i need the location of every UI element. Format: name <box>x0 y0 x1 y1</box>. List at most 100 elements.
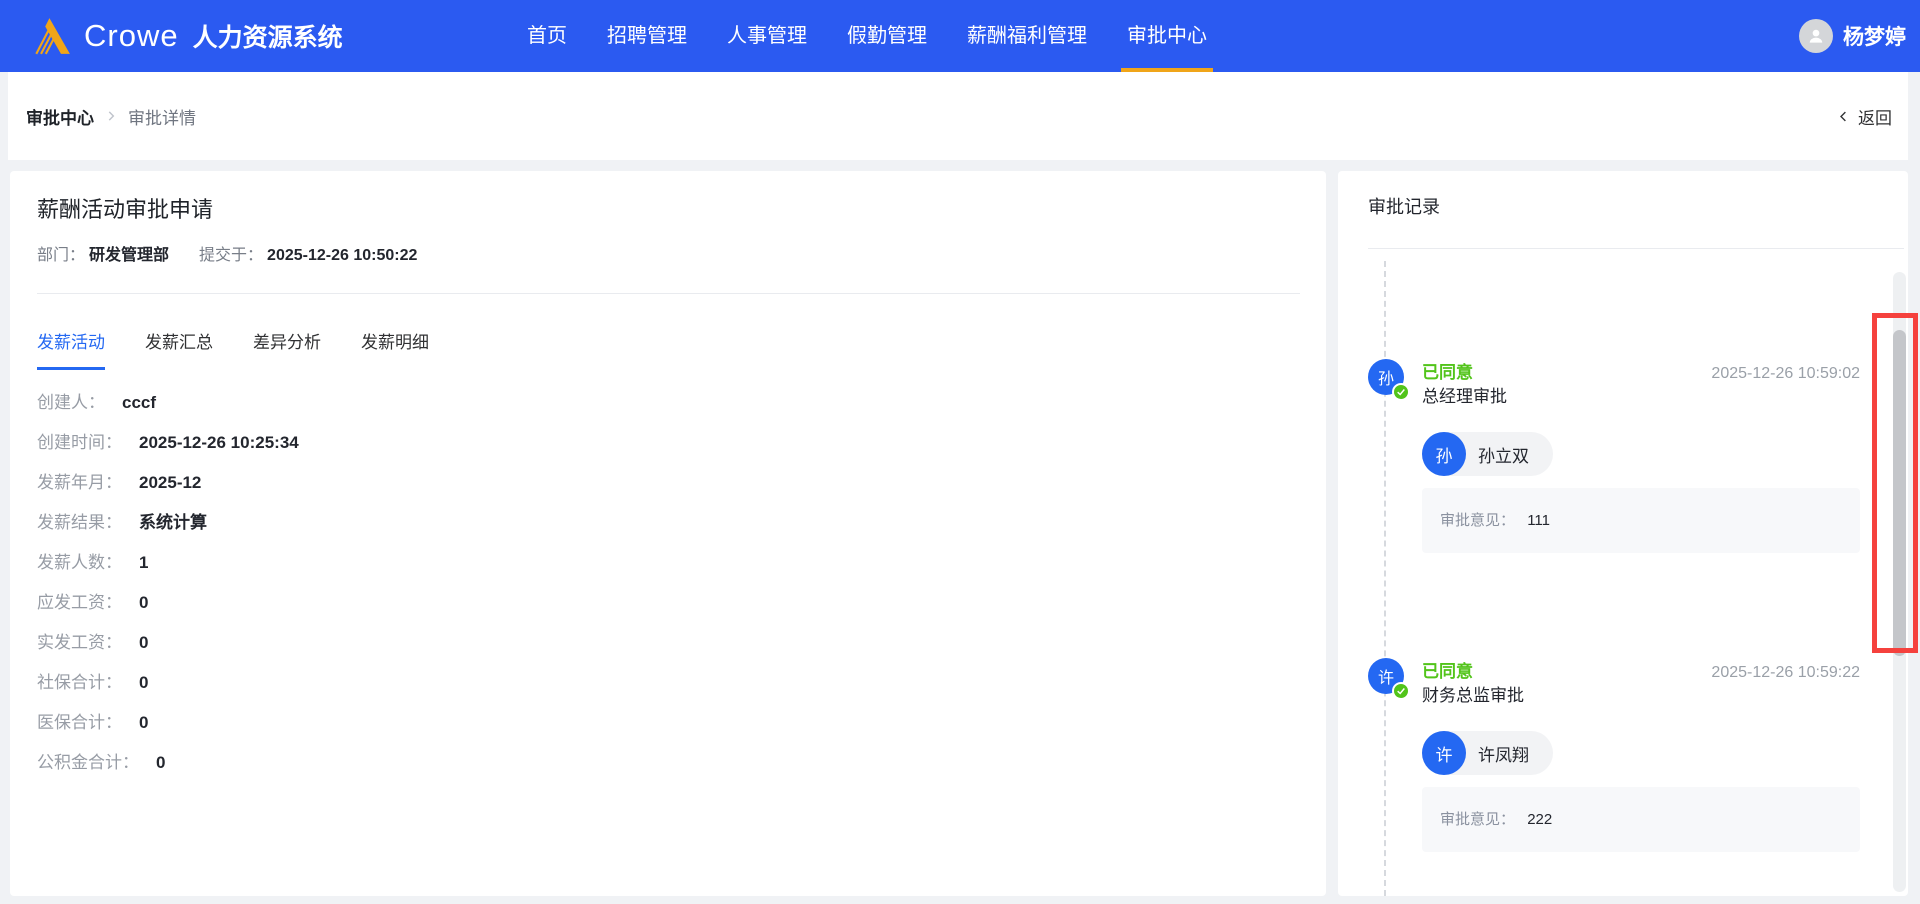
field-label: 社保合计： <box>37 672 122 692</box>
field-row-headcount: 发薪人数： 1 <box>37 542 1326 582</box>
user-menu[interactable]: 杨梦婷 <box>1799 0 1906 72</box>
back-button[interactable]: 返回 <box>1836 72 1892 160</box>
field-label: 实发工资： <box>37 632 122 652</box>
field-label: 创建人： <box>37 392 105 412</box>
record-timestamp: 2025-12-26 10:59:02 <box>1711 365 1860 382</box>
status-badge: 已同意 <box>1422 662 1473 681</box>
approver-chip-avatar: 许 <box>1422 731 1466 775</box>
nav-item-label: 审批中心 <box>1127 25 1207 47</box>
approver-chip[interactable]: 许 许凤翔 <box>1422 731 1553 775</box>
field-row-pay-result: 发薪结果： 系统计算 <box>37 502 1326 542</box>
approver-chip[interactable]: 孙 孙立双 <box>1422 432 1553 476</box>
comment-box: 审批意见： 111 <box>1422 488 1860 553</box>
comment-value: 111 <box>1527 512 1550 529</box>
approval-detail-card: 薪酬活动审批申请 部门： 研发管理部 提交于： 2025-12-26 10:50:2… <box>10 171 1326 896</box>
field-label: 公积金合计： <box>37 752 139 772</box>
meta-value: 2025-12-26 10:50:22 <box>267 247 418 264</box>
breadcrumb-root[interactable]: 审批中心 <box>26 104 94 129</box>
nav-item-recruitment[interactable]: 招聘管理 <box>607 0 687 72</box>
field-value: 2025-12 <box>139 472 202 492</box>
tab-diff-analysis[interactable]: 差异分析 <box>253 334 321 370</box>
field-value: 系统计算 <box>139 512 207 532</box>
field-value: 1 <box>139 552 149 572</box>
record-head-left: 已同意 总经理审批 <box>1422 359 1507 405</box>
approval-record: 许 已同意 财务总监审批 2025-12-26 10:59:22 许 许凤翔 审… <box>1338 658 1908 852</box>
field-row-gross-pay: 应发工资： 0 <box>37 582 1326 622</box>
nav-item-label: 薪酬福利管理 <box>967 25 1087 47</box>
field-label: 发薪年月： <box>37 472 122 492</box>
field-value: 0 <box>139 712 149 732</box>
tab-payroll-summary[interactable]: 发薪汇总 <box>145 334 213 370</box>
field-label: 创建时间： <box>37 432 122 452</box>
top-navbar: Crowe 人力资源系统 首页 招聘管理 人事管理 假勤管理 薪酬福利管理 审批… <box>0 0 1920 72</box>
nav-item-label: 假勤管理 <box>847 25 927 47</box>
field-row-creator: 创建人： cccf <box>37 382 1326 422</box>
approver-chip-avatar: 孙 <box>1422 432 1466 476</box>
approval-records-title: 审批记录 <box>1368 197 1440 217</box>
meta-item-department: 部门： 研发管理部 <box>37 248 169 264</box>
record-head-left: 已同意 财务总监审批 <box>1422 658 1524 704</box>
field-label: 医保合计： <box>37 712 122 732</box>
nav-item-approval-center[interactable]: 审批中心 <box>1121 0 1213 72</box>
brand: Crowe 人力资源系统 <box>30 15 343 57</box>
field-value: 0 <box>156 752 166 772</box>
avatar-initial: 许 <box>1377 670 1394 687</box>
breadcrumb-current: 审批详情 <box>128 108 196 128</box>
user-avatar-icon <box>1799 19 1833 53</box>
field-value: 2025-12-26 10:25:34 <box>139 432 299 452</box>
nav-item-home[interactable]: 首页 <box>527 0 567 72</box>
approver-avatar: 许 <box>1368 658 1410 700</box>
nav-menu: 首页 招聘管理 人事管理 假勤管理 薪酬福利管理 审批中心 <box>527 0 1213 72</box>
field-value: 0 <box>139 592 149 612</box>
check-icon <box>1392 383 1410 401</box>
approver-name: 许凤翔 <box>1478 745 1529 765</box>
tab-payroll-activity[interactable]: 发薪活动 <box>37 334 105 370</box>
breadcrumb-bar: 审批中心 审批详情 返回 <box>8 72 1908 160</box>
field-list: 创建人： cccf 创建时间： 2025-12-26 10:25:34 发薪年月… <box>37 382 1326 782</box>
field-row-create-time: 创建时间： 2025-12-26 10:25:34 <box>37 422 1326 462</box>
comment-label: 审批意见： <box>1440 512 1516 529</box>
comment-value: 222 <box>1527 811 1553 828</box>
check-icon <box>1392 682 1410 700</box>
field-row-medical-insurance: 医保合计： 0 <box>37 702 1326 742</box>
record-head: 已同意 财务总监审批 2025-12-26 10:59:22 <box>1422 658 1860 704</box>
field-row-pay-month: 发薪年月： 2025-12 <box>37 462 1326 502</box>
status-badge: 已同意 <box>1422 363 1473 382</box>
field-label: 发薪结果： <box>37 512 122 532</box>
record-step: 总经理审批 <box>1422 387 1507 406</box>
nav-item-label: 首页 <box>527 25 567 47</box>
detail-tabs: 发薪活动 发薪汇总 差异分析 发薪明细 <box>37 334 1326 370</box>
meta-label: 提交于： <box>199 247 264 264</box>
divider <box>37 293 1300 294</box>
breadcrumb: 审批中心 审批详情 <box>26 72 196 160</box>
avatar-initial: 孙 <box>1377 371 1394 388</box>
nav-item-label: 人事管理 <box>727 25 807 47</box>
annotation-highlight-box <box>1872 313 1918 653</box>
field-row-social-insurance: 社保合计： 0 <box>37 662 1326 702</box>
approval-record: 孙 已同意 总经理审批 2025-12-26 10:59:02 孙 孙立双 审批… <box>1338 359 1908 553</box>
record-head: 已同意 总经理审批 2025-12-26 10:59:02 <box>1422 359 1860 405</box>
field-value: cccf <box>122 392 157 412</box>
meta-item-submitted-at: 提交于： 2025-12-26 10:50:22 <box>199 248 417 264</box>
field-label: 发薪人数： <box>37 552 122 572</box>
nav-item-attendance[interactable]: 假勤管理 <box>847 0 927 72</box>
meta-value: 研发管理部 <box>89 247 170 264</box>
field-label: 应发工资： <box>37 592 122 612</box>
nav-item-compensation[interactable]: 薪酬福利管理 <box>967 0 1087 72</box>
chevron-left-icon <box>1836 109 1851 124</box>
comment-box: 审批意见： 222 <box>1422 787 1860 852</box>
nav-item-label: 招聘管理 <box>607 25 687 47</box>
approver-avatar: 孙 <box>1368 359 1410 401</box>
chevron-right-icon <box>104 109 118 123</box>
tab-payroll-detail[interactable]: 发薪明细 <box>361 334 429 370</box>
field-value: 0 <box>139 672 149 692</box>
meta-label: 部门： <box>37 247 86 264</box>
username: 杨梦婷 <box>1843 26 1906 49</box>
field-row-housing-fund: 公积金合计： 0 <box>37 742 1326 782</box>
back-label: 返回 <box>1858 108 1892 128</box>
detail-meta: 部门： 研发管理部 提交于： 2025-12-26 10:50:22 <box>37 248 1326 264</box>
nav-item-personnel[interactable]: 人事管理 <box>727 0 807 72</box>
approval-timeline: 孙 已同意 总经理审批 2025-12-26 10:59:02 孙 孙立双 审批… <box>1338 249 1908 896</box>
record-step: 财务总监审批 <box>1422 686 1524 705</box>
field-value: 0 <box>139 632 149 652</box>
